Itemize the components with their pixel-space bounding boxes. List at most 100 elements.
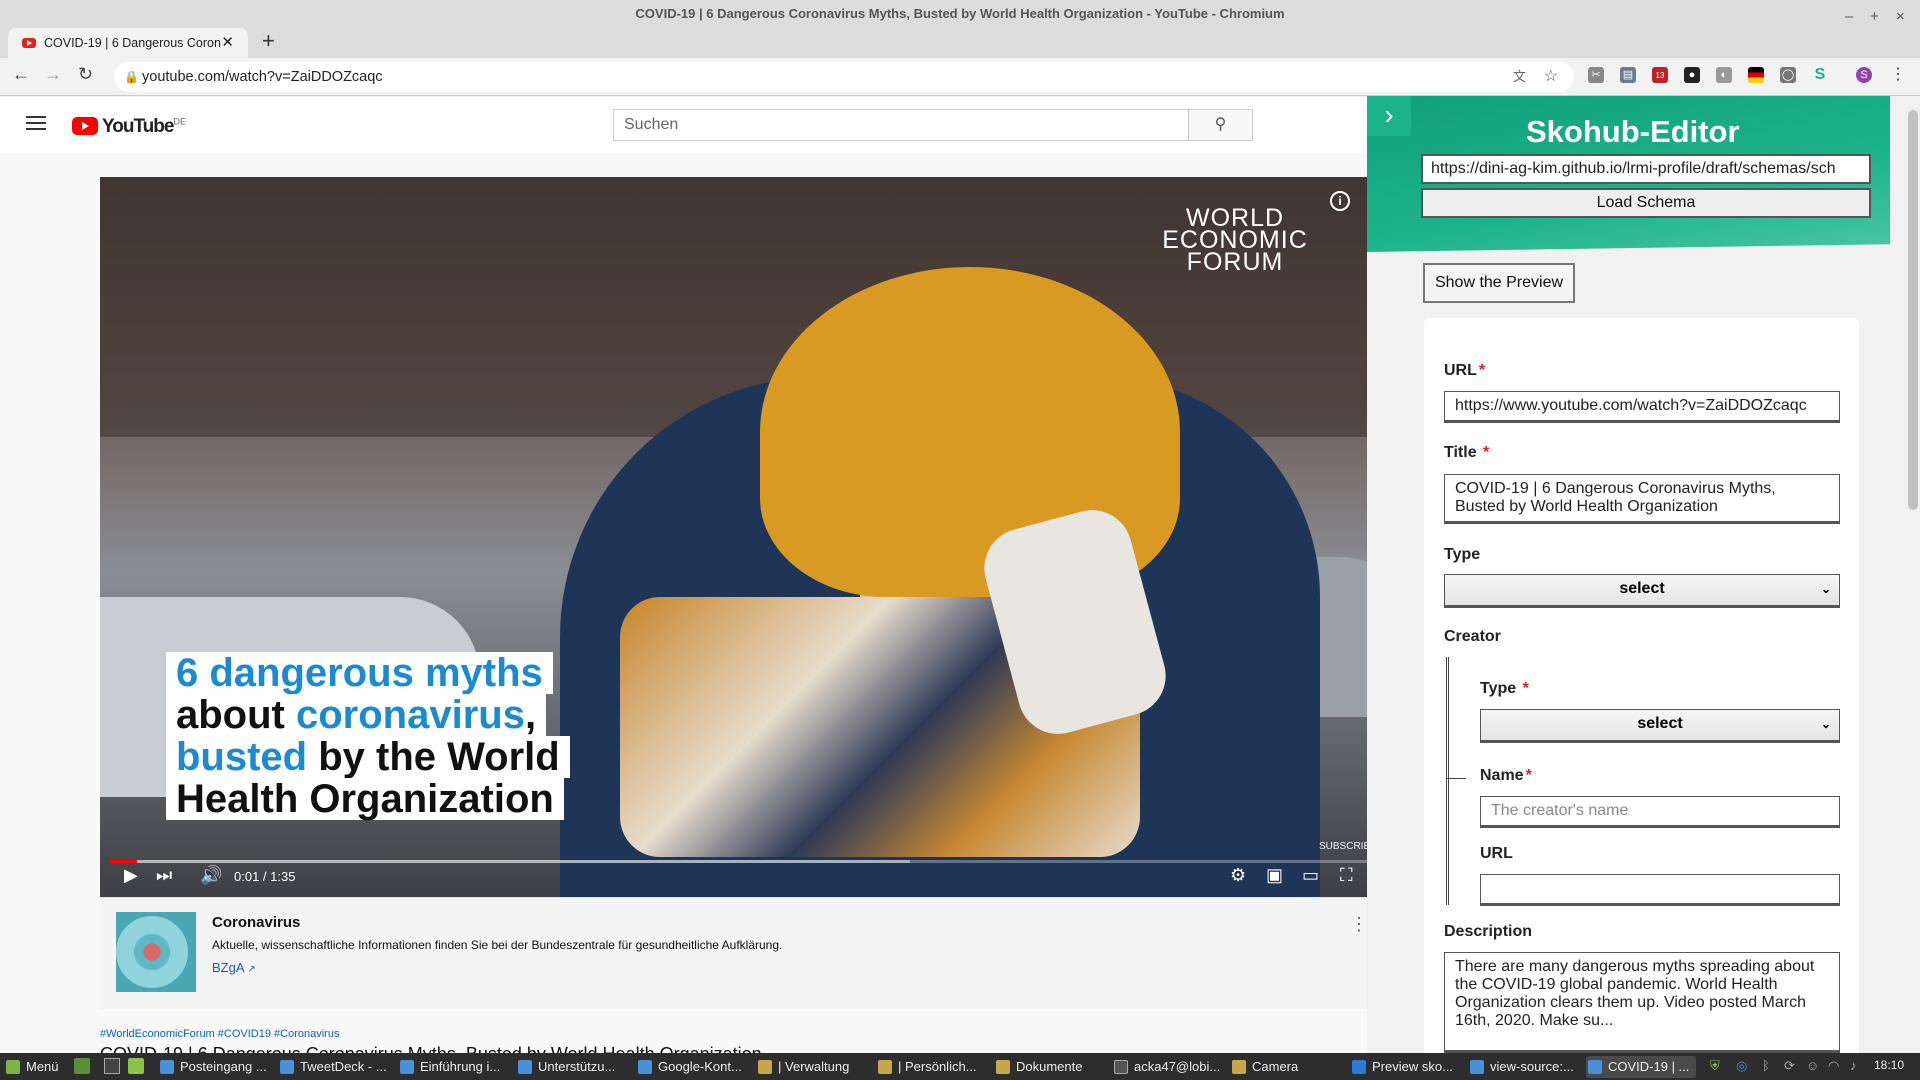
mint-logo-icon [6,1060,20,1074]
load-schema-button[interactable]: Load Schema [1421,188,1871,218]
creator-type-label: Type * [1480,680,1529,697]
tab-strip: COVID-19 | 6 Dangerous Coron ✕ [0,26,1920,58]
play-icon[interactable]: ▶ [124,865,138,886]
show-preview-button[interactable]: Show the Preview [1423,263,1575,303]
hamburger-menu-icon[interactable] [26,116,46,134]
creator-type-select[interactable]: select ⌄ [1480,709,1840,743]
caption-line-1: 6 dangerous myths [166,652,553,694]
bluetooth-tray-icon[interactable]: ᛒ [1762,1058,1770,1073]
miniplayer-icon[interactable]: ▣ [1266,865,1283,886]
taskbar-item-tweetdeck[interactable]: TweetDeck - ... [278,1056,387,1078]
show-desktop-icon[interactable] [74,1058,90,1074]
schema-url-input[interactable]: https://dini-ag-kim.github.io/lrmi-profi… [1421,154,1871,184]
description-field[interactable]: There are many dangerous myths spreading… [1444,952,1840,1053]
url-field[interactable]: https://www.youtube.com/watch?v=ZaiDDOZc… [1444,391,1840,423]
external-link-icon: ↗ [247,964,256,975]
taskbar-item-persoenlich[interactable]: | Persönlich... [876,1056,977,1078]
taskbar-item-preview-skohub[interactable]: Preview sko... [1350,1056,1453,1078]
tab-title: COVID-19 | 6 Dangerous Coron [44,36,221,50]
youtube-favicon-icon [22,38,36,48]
extension-german-flag-icon[interactable] [1748,67,1764,83]
search-button[interactable]: ⚲ [1188,109,1253,141]
terminal-launcher-icon[interactable] [104,1058,120,1074]
info-panel-link[interactable]: BZgA ↗ [212,960,256,975]
fullscreen-icon[interactable]: ⛶ [1340,865,1353,886]
type-select[interactable]: select ⌄ [1444,574,1840,608]
theater-mode-icon[interactable]: ▭ [1302,865,1319,886]
creator-name-field[interactable]: The creator's name [1480,796,1840,828]
youtube-logo[interactable]: YouTubeDE [72,116,186,138]
panel-toggle-chevron-icon[interactable]: › [1367,96,1411,136]
close-tab-icon[interactable]: ✕ [221,28,234,58]
video-player[interactable]: WORLD ECONOMIC FORUM i 6 dangerous myths a… [100,177,1380,897]
extension-ring-icon[interactable]: ◯ [1780,67,1796,83]
extension-puzzle-icon[interactable]: ✂ [1588,67,1604,83]
title-field[interactable]: COVID-19 | 6 Dangerous Coronavirus Myths… [1444,474,1840,524]
window-title: COVID-19 | 6 Dangerous Coronavirus Myths… [635,6,1285,21]
hashtags[interactable]: #WorldEconomicForum #COVID19 #Coronaviru… [100,1028,339,1040]
settings-gear-icon[interactable]: ⚙ [1230,865,1246,886]
shield-tray-icon[interactable]: ⛨ [1710,1058,1720,1074]
reload-icon[interactable]: ↻ [78,64,93,85]
taskbar-item-terminal[interactable]: acka47@lobi... [1112,1056,1220,1078]
search-input[interactable]: Suchen [613,109,1189,141]
address-bar[interactable]: 🔒 youtube.com/watch?v=ZaiDDOZcaqc 文 ☆ [114,62,1574,92]
os-taskbar: Menü Posteingang ... TweetDeck - ... Ein… [0,1053,1920,1080]
back-icon[interactable]: ← [12,64,30,85]
new-tab-icon[interactable]: + [262,28,275,54]
played-bar [110,860,137,863]
taskbar-item-posteingang[interactable]: Posteingang ... [158,1056,267,1078]
extension-privacy-icon[interactable]: ● [1684,67,1700,83]
youtube-region: DE [173,116,186,127]
chromium-tray-icon[interactable]: ◎ [1736,1058,1747,1074]
info-panel: Coronavirus Aktuelle, wissenschaftliche … [100,897,1380,1009]
chevron-down-icon: ⌄ [1820,717,1831,731]
youtube-header: YouTubeDE Suchen ⚲ [0,97,1368,153]
profile-avatar[interactable]: S [1856,67,1872,83]
time-display: 0:01 / 1:35 [234,869,296,884]
info-panel-description: Aktuelle, wissenschaftliche Informatione… [212,938,783,952]
taskbar-item-einfuehrung[interactable]: Einführung i... [398,1056,500,1078]
extension-reader-icon[interactable]: ▤ [1620,67,1636,83]
next-icon[interactable]: ⏭ [156,865,172,886]
taskbar-item-camera[interactable]: Camera [1230,1056,1298,1078]
extension-skohub-icon[interactable]: S [1812,67,1828,83]
progress-bar[interactable] [110,860,1370,863]
caption-line-3: busted by the World [166,736,570,778]
start-menu-button[interactable]: Menü [4,1056,59,1078]
buffer-bar [110,860,910,863]
caption-line-4: Health Organization [166,778,564,820]
forward-icon[interactable]: → [44,64,62,85]
files-launcher-icon[interactable] [128,1058,144,1074]
info-icon[interactable]: i [1330,191,1350,211]
creator-url-field[interactable] [1480,874,1840,906]
taskbar-item-google-konto[interactable]: Google-Kont... [636,1056,742,1078]
youtube-logo-text: YouTube [102,116,174,137]
browser-tab[interactable]: COVID-19 | 6 Dangerous Coron ✕ [8,28,248,58]
skohub-title: Skohub-Editor [1526,114,1740,149]
extension-ublock-icon[interactable]: 13 [1652,67,1668,83]
panel-scrollbar[interactable] [1892,96,1920,1058]
volume-icon[interactable]: 🔊 [200,865,222,886]
more-options-icon[interactable]: ⋮ [1350,914,1368,935]
extension-circle-icon[interactable]: ◐ [1716,67,1732,83]
taskbar-item-covid[interactable]: COVID-19 | ... [1586,1056,1696,1078]
browser-toolbar: ← → ↻ 🔒 youtube.com/watch?v=ZaiDDOZcaqc … [0,58,1920,96]
taskbar-item-dokumente[interactable]: Dokumente [994,1056,1082,1078]
taskbar-item-unterstuetzung[interactable]: Unterstützu... [516,1056,615,1078]
update-tray-icon[interactable]: ⟳ [1784,1058,1795,1074]
bookmark-star-icon[interactable]: ☆ [1544,62,1558,92]
address-text: youtube.com/watch?v=ZaiDDOZcaqc [142,69,383,85]
creator-group-tick [1446,778,1466,779]
volume-tray-icon[interactable]: ♪ [1850,1058,1857,1073]
translate-icon[interactable]: 文 [1513,62,1526,92]
scrollbar-thumb[interactable] [1908,110,1918,510]
browser-menu-icon[interactable]: ⋮ [1890,64,1906,84]
creator-name-label: Name * [1480,767,1532,784]
youtube-play-logo-icon [72,117,98,135]
user-tray-icon[interactable]: ☺ [1806,1058,1819,1073]
lock-icon: 🔒 [124,70,139,84]
taskbar-item-verwaltung[interactable]: | Verwaltung [756,1056,849,1078]
taskbar-item-view-source[interactable]: view-source:... [1468,1056,1574,1078]
wifi-tray-icon[interactable]: ◠ [1828,1058,1839,1074]
